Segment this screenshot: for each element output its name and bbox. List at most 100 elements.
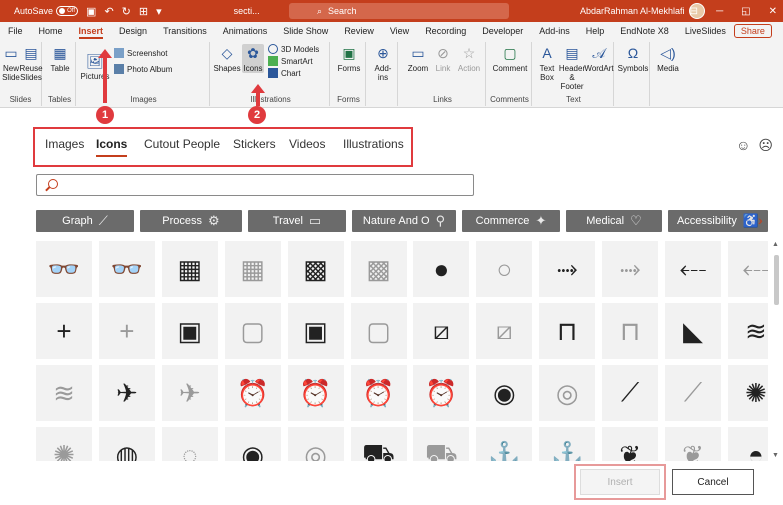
arrow-bent-outline-icon[interactable]: ⤑ bbox=[602, 241, 659, 297]
3d-glasses-outline-icon[interactable]: 👓 bbox=[98, 241, 155, 297]
restore-icon[interactable]: ◱ bbox=[741, 6, 750, 17]
anchor-icon[interactable]: ⚓ bbox=[476, 427, 533, 461]
category-accessibility[interactable]: Accessibility ♿ bbox=[668, 210, 768, 232]
forms-button[interactable]: ▣ Forms bbox=[336, 44, 362, 74]
yarn-outline-icon[interactable]: ✺ bbox=[36, 427, 92, 461]
abacus-wide-icon[interactable]: ▩ bbox=[287, 241, 344, 297]
icons-button[interactable]: ✿ Icons bbox=[242, 44, 264, 73]
alarm-clock-icon[interactable]: ⏰ bbox=[224, 365, 281, 421]
alien-outline-icon[interactable]: ◎ bbox=[539, 365, 596, 421]
airplane-outline-icon[interactable]: ✈ bbox=[161, 365, 218, 421]
category-medical[interactable]: Medical ♡ bbox=[566, 210, 662, 232]
alarm-ringing-icon[interactable]: ⏰ bbox=[350, 365, 407, 421]
user-account[interactable]: AbdarRahman Al-Mekhlafi bbox=[580, 0, 705, 22]
title-search[interactable]: ⌕ Search bbox=[289, 3, 509, 19]
smartart-button[interactable]: SmartArt bbox=[268, 56, 313, 66]
icon-search-input[interactable] bbox=[36, 174, 474, 196]
wordart-button[interactable]: 𝒜 WordArt bbox=[584, 44, 613, 74]
chart-button[interactable]: Chart bbox=[268, 68, 301, 78]
plus-outline-icon[interactable]: + bbox=[98, 303, 155, 359]
share-button[interactable]: Share bbox=[733, 24, 772, 38]
action-button[interactable]: ☆ Action bbox=[456, 44, 482, 74]
scrollbar-thumb[interactable] bbox=[774, 255, 779, 305]
ribbon-display-icon[interactable]: ⊟ bbox=[690, 6, 698, 17]
tab-slide-show[interactable]: Slide Show bbox=[275, 22, 336, 40]
category-process[interactable]: Process ⚙ bbox=[140, 210, 242, 232]
3d-glasses-icon[interactable]: 👓 bbox=[36, 241, 92, 297]
coral-outline-icon[interactable]: ❦ bbox=[665, 427, 721, 461]
tab-help[interactable]: Help bbox=[578, 22, 613, 40]
arrow-bent-icon[interactable]: ⤑ bbox=[539, 241, 596, 297]
frown-icon[interactable]: ☹ bbox=[758, 137, 773, 154]
tab-cutout-people[interactable]: Cutout People bbox=[144, 137, 220, 151]
zoom-button[interactable]: ▭ Zoom bbox=[406, 44, 430, 74]
smile-icon[interactable]: ☺ bbox=[736, 137, 750, 154]
close-icon[interactable]: ✕ bbox=[769, 6, 777, 17]
tab-recording[interactable]: Recording bbox=[417, 22, 474, 40]
category-nature-and-outdoors[interactable]: Nature And O ⚲ bbox=[352, 210, 456, 232]
contact-card-dark-icon[interactable]: ▣ bbox=[287, 303, 344, 359]
category-travel[interactable]: Travel ▭ bbox=[248, 210, 346, 232]
text-box-button[interactable]: A Text Box bbox=[536, 44, 558, 83]
bandage-icon[interactable]: ⧄ bbox=[413, 303, 470, 359]
contact-card-icon[interactable]: ▣ bbox=[161, 303, 218, 359]
reuse-slides-button[interactable]: ▤ Reuse Slides bbox=[19, 44, 42, 83]
tape-measure-icon[interactable]: ◍ bbox=[98, 427, 155, 461]
bandage-outline-icon[interactable]: ⧄ bbox=[476, 303, 533, 359]
target-ball-icon[interactable]: ◉ bbox=[224, 427, 281, 461]
anchor-outline-icon[interactable]: ⚓ bbox=[539, 427, 596, 461]
screenshot-button[interactable]: Screenshot bbox=[114, 48, 167, 58]
yarn-ball-icon[interactable]: ✺ bbox=[727, 365, 768, 421]
contact-card-dark-outline-icon[interactable]: ▢ bbox=[350, 303, 407, 359]
symbols-button[interactable]: Ω Symbols bbox=[618, 44, 649, 74]
add-ins-button[interactable]: ⊕ Add-ins bbox=[371, 44, 395, 83]
face-mask-icon[interactable]: ◓ bbox=[727, 427, 768, 461]
tab-endnote[interactable]: EndNote X8 bbox=[612, 22, 677, 40]
alarm-ringing-outline-icon[interactable]: ⏰ bbox=[413, 365, 470, 421]
contact-card-outline-icon[interactable]: ▢ bbox=[224, 303, 281, 359]
tab-home[interactable]: Home bbox=[31, 22, 71, 40]
tab-insert[interactable]: Insert bbox=[71, 22, 112, 40]
table-button[interactable]: ▦ Table bbox=[48, 44, 72, 74]
airplane-icon[interactable]: ✈ bbox=[98, 365, 155, 421]
new-slide-button[interactable]: ▭ New Slide bbox=[1, 44, 21, 83]
tab-animations[interactable]: Animations bbox=[215, 22, 276, 40]
needle-thread-icon[interactable]: ⟋ bbox=[602, 365, 659, 421]
undo-icon[interactable]: ↶ bbox=[104, 5, 113, 18]
tab-videos[interactable]: Videos bbox=[289, 137, 325, 151]
scroll-down-icon[interactable]: ▼ bbox=[772, 452, 779, 459]
abacus-wide-outline-icon[interactable]: ▩ bbox=[350, 241, 407, 297]
redo-icon[interactable]: ↻ bbox=[122, 5, 131, 18]
category-commerce[interactable]: Commerce ✦ bbox=[462, 210, 560, 232]
tab-images[interactable]: Images bbox=[45, 137, 84, 151]
tab-review[interactable]: Review bbox=[336, 22, 382, 40]
coral-icon[interactable]: ❦ bbox=[602, 427, 659, 461]
autosave-control[interactable]: AutoSave Off bbox=[14, 6, 79, 16]
chevron-right-icon[interactable]: › bbox=[758, 212, 763, 228]
farm-landscape-icon[interactable]: ≋ bbox=[727, 303, 768, 359]
plus-icon[interactable]: + bbox=[36, 303, 92, 359]
ambulance-outline-icon[interactable]: ⛟ bbox=[413, 427, 470, 461]
comment-button[interactable]: ▢ Comment bbox=[492, 44, 528, 74]
target-ball-outline-icon[interactable]: ◎ bbox=[287, 427, 344, 461]
tab-liveslides[interactable]: LiveSlides bbox=[677, 22, 734, 40]
tab-view[interactable]: View bbox=[382, 22, 417, 40]
farm-landscape-outline-icon[interactable]: ≋ bbox=[36, 365, 92, 421]
icon-grid-scrollbar[interactable]: ▲ ▼ bbox=[771, 241, 781, 459]
billboard-icon[interactable]: ⊓ bbox=[539, 303, 596, 359]
save-icon[interactable]: ▣ bbox=[86, 5, 96, 18]
customize-qat-icon[interactable]: ▾ bbox=[156, 5, 162, 18]
shapes-button[interactable]: ◇ Shapes bbox=[213, 44, 240, 74]
insert-button[interactable]: Insert bbox=[580, 469, 660, 495]
acorn-icon[interactable]: ● bbox=[413, 241, 470, 297]
photo-album-button[interactable]: Photo Album bbox=[114, 64, 172, 74]
arrow-left-bent-icon[interactable]: ⤎ bbox=[665, 241, 721, 297]
category-graph[interactable]: Graph ⟋ bbox=[36, 210, 134, 232]
cancel-button[interactable]: Cancel bbox=[672, 469, 754, 495]
header-footer-button[interactable]: ▤ Header & Footer bbox=[558, 44, 586, 92]
tab-stickers[interactable]: Stickers bbox=[233, 137, 276, 151]
alarm-clock-outline-icon[interactable]: ⏰ bbox=[287, 365, 344, 421]
tab-icons[interactable]: Icons bbox=[96, 137, 128, 157]
ambulance-icon[interactable]: ⛟ bbox=[350, 427, 407, 461]
arrow-left-bent-outline-icon[interactable]: ⤎ bbox=[727, 241, 768, 297]
